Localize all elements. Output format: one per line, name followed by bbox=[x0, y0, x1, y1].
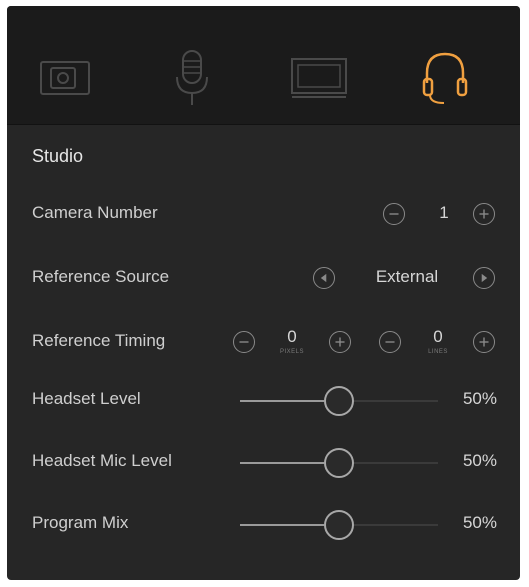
pixels-unit-label: PIXELS bbox=[279, 349, 304, 355]
tab-setup[interactable] bbox=[415, 48, 475, 108]
program-mix-value: 50% bbox=[462, 513, 497, 532]
headset-level-value: 50% bbox=[462, 389, 497, 408]
tab-audio[interactable] bbox=[162, 48, 222, 108]
plus-icon bbox=[479, 209, 489, 219]
camera-number-row: Camera Number 1 bbox=[7, 194, 520, 234]
tab-display[interactable] bbox=[289, 48, 349, 108]
program-mix-label: Program Mix bbox=[32, 513, 129, 532]
pixels-decrement-button[interactable] bbox=[233, 331, 255, 353]
slider-track-empty bbox=[354, 400, 438, 402]
reference-source-prev-button[interactable] bbox=[313, 267, 335, 289]
camera-number-decrement-button[interactable] bbox=[383, 203, 405, 225]
slider-track-filled bbox=[240, 400, 324, 402]
headset-mic-level-label: Headset Mic Level bbox=[32, 451, 172, 470]
slider-thumb[interactable] bbox=[324, 386, 354, 416]
pixels-increment-button[interactable] bbox=[329, 331, 351, 353]
headset-mic-level-row: Headset Mic Level 50% bbox=[7, 442, 520, 482]
program-mix-row: Program Mix 50% bbox=[7, 504, 520, 544]
minus-icon bbox=[389, 213, 399, 215]
slider-track-empty bbox=[354, 462, 438, 464]
camera-number-increment-button[interactable] bbox=[473, 203, 495, 225]
slider-track-empty bbox=[354, 524, 438, 526]
reference-source-next-button[interactable] bbox=[473, 267, 495, 289]
lines-value: 0 bbox=[433, 327, 443, 346]
tab-bar bbox=[7, 6, 520, 125]
tab-camera[interactable] bbox=[35, 48, 95, 108]
minus-icon bbox=[385, 341, 395, 343]
plus-icon bbox=[479, 337, 489, 347]
camera-number-label: Camera Number bbox=[32, 203, 158, 222]
slider-track-filled bbox=[240, 462, 324, 464]
minus-icon bbox=[239, 341, 249, 343]
section-title: Studio bbox=[32, 146, 84, 166]
lines-unit-label: LINES bbox=[428, 349, 448, 355]
camera-icon bbox=[40, 61, 90, 95]
headset-mic-level-value: 50% bbox=[462, 451, 497, 470]
reference-timing-label: Reference Timing bbox=[32, 331, 166, 350]
reference-timing-row: Reference Timing 0 PIXELS 0 LINES bbox=[7, 322, 520, 362]
reference-source-value: External bbox=[375, 267, 439, 286]
microphone-icon bbox=[176, 50, 208, 105]
headset-level-row: Headset Level 50% bbox=[7, 380, 520, 420]
reference-source-label: Reference Source bbox=[32, 267, 170, 286]
settings-panel: Studio Camera Number 1 Reference Source … bbox=[7, 6, 520, 580]
slider-thumb[interactable] bbox=[324, 510, 354, 540]
plus-icon bbox=[335, 337, 345, 347]
headset-icon bbox=[422, 52, 468, 104]
display-icon bbox=[291, 58, 347, 98]
slider-track-filled bbox=[240, 524, 324, 526]
pixels-value: 0 bbox=[287, 327, 297, 346]
camera-number-value: 1 bbox=[439, 203, 449, 222]
lines-decrement-button[interactable] bbox=[379, 331, 401, 353]
lines-increment-button[interactable] bbox=[473, 331, 495, 353]
reference-source-row: Reference Source External bbox=[7, 258, 520, 298]
slider-thumb[interactable] bbox=[324, 448, 354, 478]
triangle-left-icon bbox=[320, 273, 327, 283]
headset-level-label: Headset Level bbox=[32, 389, 141, 408]
triangle-right-icon bbox=[481, 273, 488, 283]
